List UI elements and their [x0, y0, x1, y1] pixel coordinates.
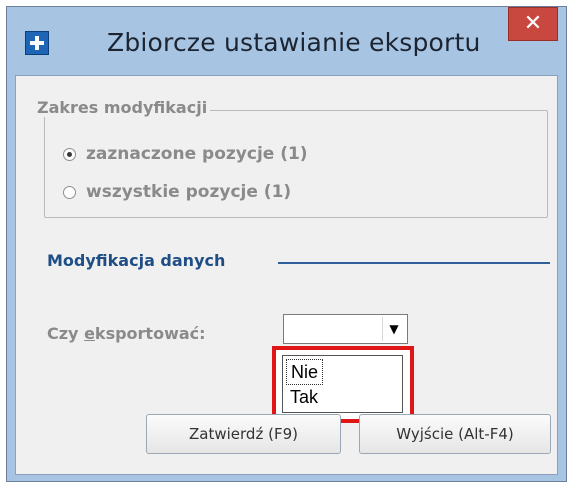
option-tak[interactable]: Tak [286, 385, 322, 409]
range-group-legend: Zakres modyfikacji [34, 98, 211, 117]
radio-button-selected[interactable] [63, 147, 76, 161]
app-plus-icon [25, 31, 49, 55]
radio-label-selected: zaznaczone pozycje (1) [86, 144, 308, 164]
export-combobox[interactable]: ▼ [283, 314, 408, 344]
close-button[interactable]: ✕ [508, 7, 558, 41]
dropdown-list: Nie Tak [282, 355, 403, 413]
section-divider [278, 262, 550, 264]
export-field-label: Czy eksportować: [47, 324, 206, 343]
option-nie[interactable]: Nie [286, 359, 324, 385]
exit-button[interactable]: Wyjście (Alt-F4) [359, 414, 551, 454]
confirm-button[interactable]: Zatwierdź (F9) [146, 414, 341, 454]
dialog-window: Zbiorcze ustawianie eksportu ✕ Zakres mo… [6, 6, 567, 482]
dialog-content: Zakres modyfikacji zaznaczone pozycje (1… [15, 75, 558, 475]
radio-all-items[interactable]: wszystkie pozycje (1) [63, 182, 291, 202]
title-bar[interactable]: Zbiorcze ustawianie eksportu ✕ [7, 7, 566, 75]
radio-label-all: wszystkie pozycje (1) [86, 182, 292, 202]
radio-button-all[interactable] [63, 185, 76, 199]
section-title: Modyfikacja danych [47, 251, 226, 270]
close-icon: ✕ [523, 11, 543, 36]
window-title: Zbiorcze ustawianie eksportu [107, 28, 481, 57]
radio-selected-items[interactable]: zaznaczone pozycje (1) [63, 144, 308, 164]
dropdown-highlight-box: Nie Tak [272, 346, 414, 423]
chevron-down-icon[interactable]: ▼ [382, 317, 405, 341]
